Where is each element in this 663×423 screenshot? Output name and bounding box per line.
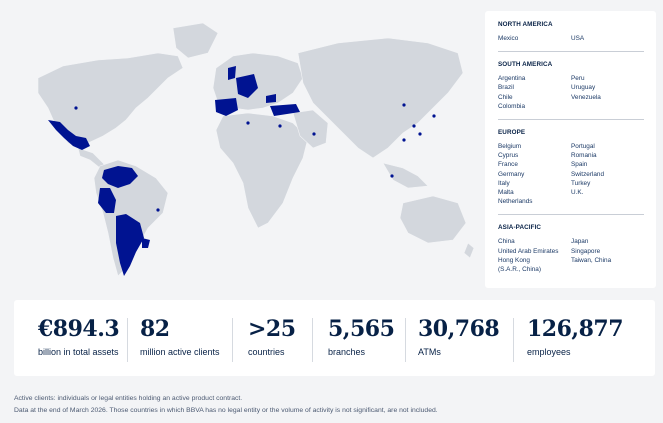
stat-label: million active clients: [140, 347, 220, 357]
country-name: Netherlands: [498, 198, 533, 206]
key-figures-bar: €894.3 billion in total assets 82 millio…: [14, 300, 655, 376]
office-dot: [278, 124, 282, 128]
region-north-america: NORTH AMERICA Mexico USA: [498, 21, 644, 53]
office-dot: [432, 114, 436, 118]
spain-portugal-shape: [215, 98, 238, 116]
world-map: [8, 8, 476, 292]
world-map-svg: [37, 22, 475, 277]
africa-land: [215, 112, 309, 229]
country-name: Belgium: [498, 143, 522, 151]
country-name: U.K.: [571, 189, 584, 197]
country-list-panel: NORTH AMERICA Mexico USA SOUTH AMERICA A…: [485, 11, 656, 288]
country-name: Portugal: [571, 143, 595, 151]
land-masses: [37, 22, 475, 277]
country-name: Spain: [571, 161, 588, 169]
stat-total-assets: €894.3 billion in total assets: [14, 316, 120, 376]
stat-value: 5,565: [328, 316, 395, 342]
country-name: Taiwan, China: [571, 256, 612, 264]
stat-atms: 30,768 ATMs: [406, 316, 513, 376]
country-name: Uruguay: [571, 84, 596, 92]
country-name: USA: [571, 35, 585, 42]
australia-land: [399, 195, 467, 244]
stat-employees: 126,877 employees: [514, 316, 624, 376]
country-name: France: [498, 161, 518, 169]
footnote-active-clients: Active clients: individuals or legal ent…: [14, 395, 243, 402]
country-name: Colombia: [498, 102, 525, 110]
office-dot: [412, 124, 416, 128]
country-name: Brazil: [498, 84, 514, 92]
greenland-land: [172, 22, 219, 59]
stat-label: countries: [248, 347, 285, 357]
country-name: Japan: [571, 238, 589, 246]
country-name: Malta: [498, 189, 514, 197]
stat-value: >25: [248, 316, 296, 342]
region-europe: EUROPE Belgium Cyprus France Germany Ita…: [498, 129, 644, 216]
office-dot: [402, 103, 406, 107]
country-name: Hong Kong: [498, 256, 530, 264]
stat-value: €894.3: [38, 316, 120, 342]
region-title: NORTH AMERICA: [498, 21, 553, 28]
southeast-asia-land: [382, 162, 429, 189]
stat-branches: 5,565 branches: [313, 316, 405, 376]
office-dot: [246, 121, 250, 125]
country-name: Romania: [571, 152, 597, 160]
stat-active-clients: 82 million active clients: [128, 316, 232, 376]
country-name: Turkey: [571, 179, 591, 187]
stat-label: employees: [527, 347, 571, 357]
country-name: Germany: [498, 170, 525, 178]
stat-label: billion in total assets: [38, 347, 119, 357]
region-title: EUROPE: [498, 129, 526, 137]
region-title: SOUTH AMERICA: [498, 61, 553, 69]
country-name: Switzerland: [571, 170, 605, 178]
country-name: Venezuela: [571, 93, 601, 101]
office-dot: [402, 138, 406, 142]
country-name: Singapore: [571, 247, 601, 255]
stat-value: 126,877: [527, 316, 624, 342]
stat-label: ATMs: [418, 347, 441, 357]
office-dot: [238, 90, 242, 94]
office-dot: [418, 132, 422, 136]
country-name: Peru: [571, 75, 585, 83]
office-dot: [390, 174, 394, 178]
office-dot: [74, 106, 78, 110]
country-name: (S.A.R., China): [498, 266, 541, 274]
stat-label: branches: [328, 347, 366, 357]
region-title: ASIA-PACIFIC: [498, 224, 542, 232]
country-name: China: [498, 238, 515, 246]
office-dot: [156, 208, 160, 212]
country-name: Italy: [498, 179, 510, 187]
new-zealand-land: [463, 242, 475, 259]
office-dot: [312, 132, 316, 136]
country-name: Chile: [498, 93, 513, 101]
stat-value: 82: [140, 316, 170, 342]
country-name: Cyprus: [498, 152, 519, 160]
region-south-america: SOUTH AMERICA Argentina Brazil Chile Col…: [498, 61, 644, 121]
uk-shape: [228, 66, 236, 80]
uruguay-shape: [142, 238, 150, 248]
footnotes: Active clients: individuals or legal ent…: [14, 393, 438, 416]
stat-value: 30,768: [418, 316, 500, 342]
stat-countries: >25 countries: [233, 316, 312, 376]
footnote-data-date: Data at the end of March 2026. Those cou…: [14, 406, 438, 414]
country-name: United Arab Emirates: [498, 247, 559, 255]
country-name: Argentina: [498, 75, 526, 83]
region-asia-pacific: ASIA-PACIFIC China United Arab Emirates …: [498, 224, 644, 282]
country-name: Mexico: [498, 35, 519, 42]
